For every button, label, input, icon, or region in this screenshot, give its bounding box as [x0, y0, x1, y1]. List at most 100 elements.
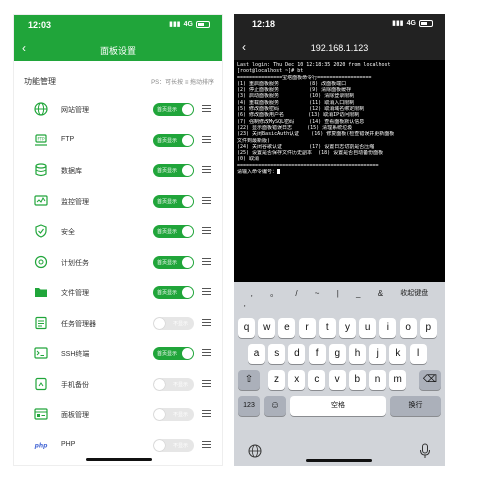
drag-handle-icon[interactable] [202, 349, 211, 357]
key-p[interactable]: p [419, 318, 437, 338]
key-g[interactable]: g [328, 344, 346, 364]
home-display-toggle[interactable]: 不显示 [153, 377, 194, 391]
symbol-key[interactable]: _ [356, 289, 360, 298]
key-x[interactable]: x [288, 370, 306, 390]
toggle-label: 首页显示 [157, 229, 178, 235]
key-q[interactable]: q [238, 318, 255, 338]
drag-handle-icon[interactable] [202, 227, 211, 235]
shield-icon [34, 224, 48, 238]
home-display-toggle[interactable]: 首页显示 [153, 164, 194, 177]
battery-icon [196, 20, 210, 28]
symbol-key[interactable]: , [251, 289, 253, 298]
home-display-toggle[interactable]: 不显示 [153, 316, 194, 330]
toggle-knob [182, 165, 193, 176]
monitor-icon [34, 194, 48, 208]
drag-handle-icon[interactable] [202, 196, 211, 205]
key-n[interactable]: n [369, 370, 386, 390]
list-item: 任务管理器 不显示 [14, 308, 222, 339]
toggle-knob [182, 195, 193, 207]
drag-handle-icon[interactable] [202, 257, 211, 266]
home-display-toggle[interactable]: 不显示 [153, 438, 194, 452]
host-title: 192.168.1.123 [310, 43, 369, 53]
item-name: FTP [61, 135, 75, 143]
home-display-toggle[interactable]: 首页显示 [153, 225, 194, 238]
header-bar: 12:03 ▮▮▮ 4G ‹ 面板设置 [14, 15, 222, 61]
key-o[interactable]: o [399, 318, 417, 338]
key-m[interactable]: m [389, 370, 407, 390]
key-h[interactable]: h [349, 344, 366, 364]
close-keyboard-button[interactable]: 收起键盘 [400, 288, 428, 298]
list-item: 数据库 首页显示 [14, 155, 222, 186]
symbol-key[interactable]: 。 [270, 288, 278, 299]
drag-handle-icon[interactable] [202, 410, 211, 418]
toggle-label: 首页显示 [157, 198, 178, 205]
network-label: 4G [406, 19, 416, 27]
item-name: PHP [61, 440, 76, 448]
list-item: 安全 首页显示 [14, 216, 222, 247]
key-s[interactable]: s [268, 344, 286, 364]
toggle-label: 首页显示 [157, 137, 178, 144]
list-item: php PHP 不显示 [14, 430, 222, 461]
terminal-icon [34, 346, 48, 360]
status-time: 12:03 [28, 20, 52, 30]
numbers-key[interactable]: 123 [238, 396, 260, 416]
globe-icon[interactable] [248, 444, 262, 458]
key-u[interactable]: u [359, 318, 377, 338]
home-display-toggle[interactable]: 首页显示 [153, 286, 194, 299]
microphone-icon[interactable] [419, 443, 431, 459]
database-icon [34, 163, 48, 177]
terminal-output[interactable]: Last login: Thu Dec 10 12:18:35 2020 fro… [234, 60, 445, 282]
toggle-knob [182, 104, 193, 115]
home-display-toggle[interactable]: 首页显示 [153, 133, 194, 147]
key-r[interactable]: r [298, 318, 316, 338]
toggle-knob [182, 134, 193, 146]
key-e[interactable]: e [278, 318, 296, 338]
space-key[interactable]: 空格 [290, 396, 386, 416]
section-label: 功能管理 [24, 77, 56, 86]
key-c[interactable]: c [308, 370, 326, 390]
symbol-key[interactable]: & [378, 289, 383, 298]
key-j[interactable]: j [369, 344, 387, 364]
home-display-toggle[interactable]: 首页显示 [153, 347, 194, 360]
toggle-label: 不显示 [172, 412, 188, 418]
status-time: 12:18 [252, 19, 276, 29]
drag-handle-icon[interactable] [202, 318, 211, 327]
key-b[interactable]: b [348, 370, 366, 390]
symbol-key[interactable]: / [295, 289, 297, 298]
toggle-label: 首页显示 [157, 107, 178, 113]
shift-key[interactable]: ⇧ [238, 370, 260, 390]
emoji-key[interactable]: ☺ [264, 396, 286, 416]
key-t[interactable]: t [318, 318, 336, 338]
key-f[interactable]: f [308, 344, 326, 364]
symbol-key[interactable]: ~ [315, 289, 320, 298]
status-bar: 12:18 ▮▮▮ 4G [252, 19, 433, 31]
drag-handle-icon[interactable] [202, 166, 211, 174]
item-name: 文件管理 [61, 290, 89, 297]
home-display-toggle[interactable]: 首页显示 [153, 103, 194, 116]
return-key[interactable]: 换行 [390, 396, 441, 416]
key-a[interactable]: a [248, 344, 265, 364]
key-k[interactable]: k [389, 344, 407, 364]
item-name: 网站管理 [61, 107, 89, 114]
key-d[interactable]: d [288, 344, 306, 364]
drag-handle-icon[interactable] [202, 288, 211, 296]
home-display-toggle[interactable]: 首页显示 [153, 255, 194, 269]
home-display-toggle[interactable]: 首页显示 [153, 194, 194, 208]
key-w[interactable]: w [258, 318, 276, 338]
key-l[interactable]: l [409, 344, 427, 364]
key-i[interactable]: i [379, 318, 397, 338]
drag-handle-icon[interactable] [202, 379, 211, 388]
drag-handle-icon[interactable] [202, 135, 211, 144]
home-display-toggle[interactable]: 不显示 [153, 408, 194, 421]
list-item: SSH终端 首页显示 [14, 338, 222, 369]
drag-handle-icon[interactable] [202, 440, 211, 449]
symbol-key[interactable]: | [337, 289, 339, 298]
item-name: 安全 [61, 229, 75, 236]
key-v[interactable]: v [328, 370, 346, 390]
key-z[interactable]: z [268, 370, 285, 390]
drag-handle-icon[interactable] [202, 105, 211, 113]
delete-key[interactable]: ⌫ [419, 370, 441, 390]
list-item: 手机备份 不显示 [14, 369, 222, 400]
toggle-knob [182, 256, 193, 268]
key-y[interactable]: y [339, 318, 356, 338]
